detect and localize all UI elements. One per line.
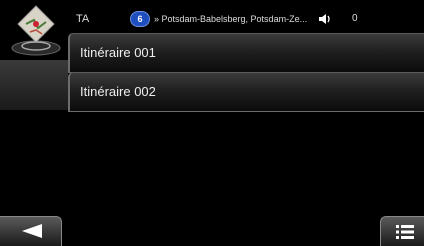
map-icon[interactable] xyxy=(8,2,66,58)
menu-button[interactable] xyxy=(380,216,424,246)
route-item[interactable]: Itinéraire 002 xyxy=(68,72,424,112)
route-item-label: Itinéraire 002 xyxy=(80,84,156,99)
route-item-label: Itinéraire 001 xyxy=(80,45,156,60)
ta-indicator: TA xyxy=(76,13,90,25)
speaker-icon[interactable] xyxy=(318,13,332,25)
side-panel xyxy=(0,60,68,110)
volume-level: 0 xyxy=(352,13,358,24)
route-number-badge: 6 xyxy=(131,12,149,26)
back-arrow-icon xyxy=(22,224,42,238)
back-button[interactable] xyxy=(0,216,62,246)
route-item[interactable]: Itinéraire 001 xyxy=(68,33,424,73)
current-route-text: » Potsdam-Babelsberg, Potsdam-Ze... xyxy=(154,14,308,24)
menu-icon xyxy=(396,225,414,239)
